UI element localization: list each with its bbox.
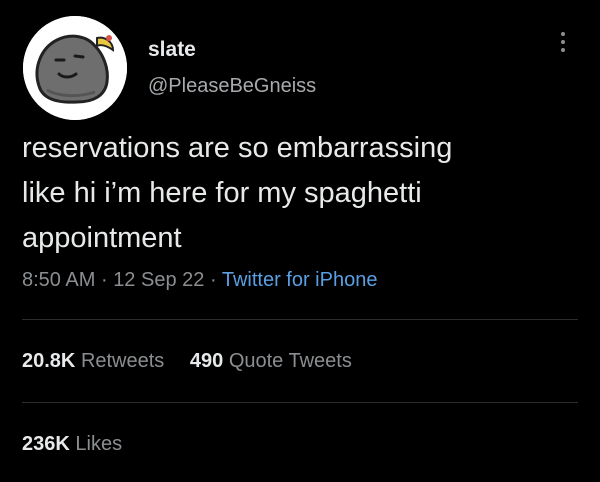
tweet-text: reservations are so embarrassing like hi… xyxy=(22,132,453,254)
quote-tweets-label: Quote Tweets xyxy=(228,350,352,372)
author-handle[interactable]: @PleaseBeGneiss xyxy=(148,75,316,98)
likes-label: Likes xyxy=(75,433,123,455)
avatar[interactable] xyxy=(23,16,127,120)
tweet-source-link[interactable]: Twitter for iPhone xyxy=(222,269,378,291)
tweet: slate @PleaseBeGneiss reservations are s… xyxy=(0,0,600,482)
author-display-name[interactable]: slate xyxy=(148,38,196,62)
retweets-label: Retweets xyxy=(80,350,165,372)
meta-separator: · xyxy=(209,269,217,291)
rock-avatar-icon xyxy=(23,16,127,120)
tweet-date[interactable]: 12 Sep 22 xyxy=(113,269,204,291)
tweet-time[interactable]: 8:50 AM xyxy=(22,269,95,291)
likes-row: 236K Likes xyxy=(22,433,142,456)
divider xyxy=(22,402,578,403)
quote-tweets-count: 490 xyxy=(189,350,224,372)
divider xyxy=(22,319,578,320)
more-options-icon[interactable] xyxy=(556,32,570,62)
tweet-meta: 8:50 AM · 12 Sep 22 · Twitter for iPhone xyxy=(22,269,377,292)
likes-count: 236K xyxy=(22,433,70,455)
meta-separator: · xyxy=(100,269,108,291)
likes-stat[interactable]: 236K Likes xyxy=(22,433,122,456)
engagement-stats: 20.8K Retweets 490 Quote Tweets xyxy=(22,350,372,373)
retweets-count: 20.8K xyxy=(22,350,76,372)
quote-tweets-stat[interactable]: 490 Quote Tweets xyxy=(190,350,352,373)
retweets-stat[interactable]: 20.8K Retweets xyxy=(22,350,164,373)
